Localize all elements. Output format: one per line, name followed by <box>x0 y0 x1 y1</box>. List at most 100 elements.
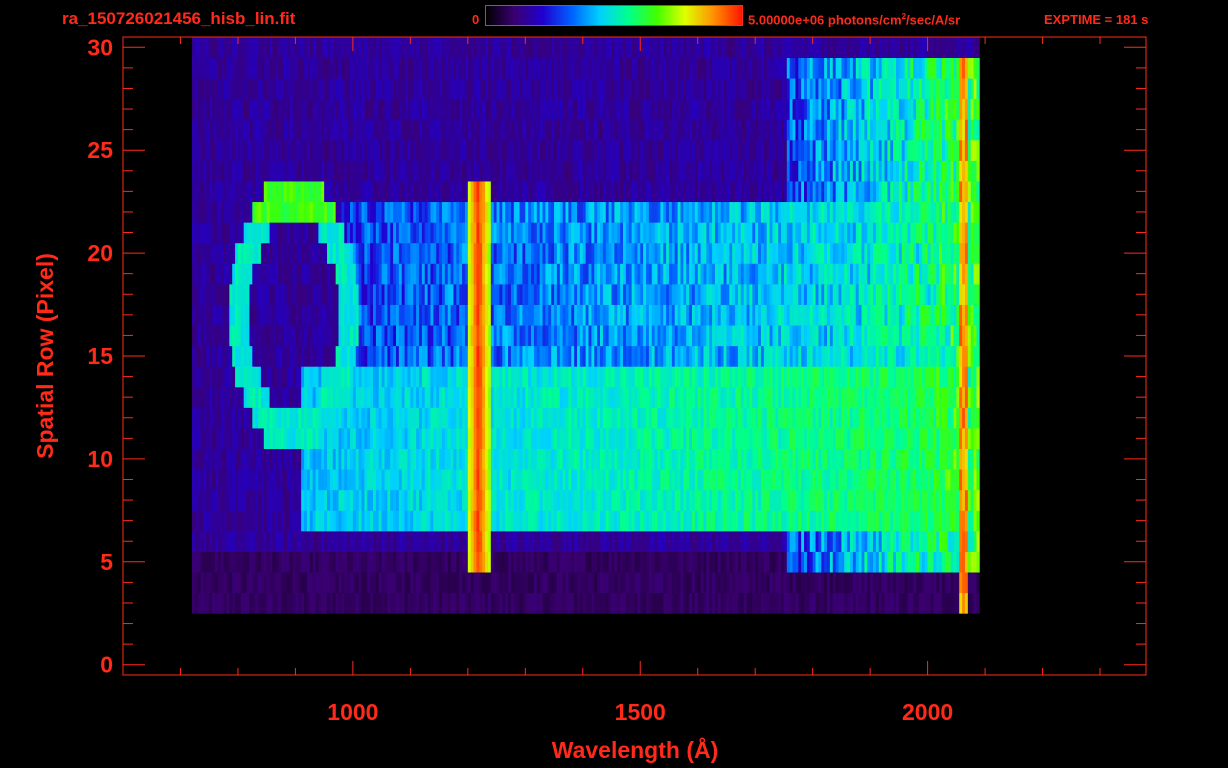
heatmap-cell <box>758 469 762 491</box>
heatmap-cell <box>818 551 822 573</box>
heatmap-cell <box>729 448 733 470</box>
heatmap-cell <box>358 304 362 326</box>
heatmap-cell <box>378 345 383 367</box>
heatmap-cell <box>499 551 503 573</box>
heatmap-cell <box>456 345 460 367</box>
heatmap-cell <box>663 469 667 491</box>
heatmap-cell <box>347 242 351 264</box>
heatmap-cell <box>953 345 957 367</box>
heatmap-cell <box>260 242 265 264</box>
heatmap-cell <box>255 530 259 552</box>
heatmap-cell <box>246 489 250 511</box>
heatmap-cell <box>677 345 681 367</box>
heatmap-cell <box>775 366 779 388</box>
heatmap-cell <box>597 448 601 470</box>
heatmap-cell <box>321 345 325 367</box>
heatmap-cell <box>499 510 503 532</box>
heatmap-cell <box>237 572 242 594</box>
heatmap-cell <box>519 345 523 367</box>
heatmap-cell <box>674 345 678 367</box>
heatmap-cell <box>487 283 492 305</box>
heatmap-cell <box>844 592 848 614</box>
heatmap-cell <box>683 551 687 573</box>
heatmap-cell <box>643 572 647 594</box>
heatmap-cell <box>315 242 319 264</box>
heatmap-cell <box>430 283 434 305</box>
heatmap-cell <box>335 222 339 244</box>
heatmap-cell <box>373 551 377 573</box>
heatmap-cell <box>941 530 946 552</box>
heatmap-cell <box>384 263 388 285</box>
heatmap-cell <box>191 345 196 367</box>
heatmap-cell <box>364 428 368 450</box>
heatmap-cell <box>243 222 247 244</box>
heatmap-cell <box>191 448 196 470</box>
heatmap-cell <box>737 242 742 264</box>
heatmap-cell <box>600 448 604 470</box>
heatmap-cell <box>278 325 282 347</box>
heatmap-cell <box>252 263 256 285</box>
heatmap-cell <box>677 572 681 594</box>
heatmap-cell <box>275 592 279 614</box>
heatmap-cell <box>281 304 285 326</box>
heatmap-cell <box>588 551 592 573</box>
heatmap-cell <box>441 283 446 305</box>
heatmap-cell <box>697 428 701 450</box>
heatmap-cell <box>818 469 822 491</box>
heatmap-cell <box>513 428 518 450</box>
heatmap-cell <box>717 510 722 532</box>
heatmap-cell <box>318 428 322 450</box>
heatmap-cell <box>657 263 661 285</box>
heatmap-cell <box>910 489 914 511</box>
heatmap-cell <box>591 386 595 408</box>
heatmap-cell <box>746 407 750 429</box>
heatmap-cell <box>416 407 420 429</box>
heatmap-cell <box>867 242 871 264</box>
heatmap-cell <box>689 242 693 264</box>
heatmap-cell <box>312 345 316 367</box>
heatmap-cell <box>852 407 857 429</box>
heatmap-cell <box>976 263 980 285</box>
heatmap-cell <box>720 551 724 573</box>
heatmap-cell <box>269 366 273 388</box>
heatmap-cell <box>249 325 253 347</box>
heatmap-cell <box>508 283 512 305</box>
heatmap-cell <box>709 325 713 347</box>
heatmap-cell <box>645 592 650 614</box>
heatmap-cell <box>637 325 641 347</box>
heatmap-cell <box>881 469 885 491</box>
heatmap-cell <box>735 325 739 347</box>
heatmap-cell <box>608 366 612 388</box>
heatmap-cell <box>870 489 874 511</box>
heatmap-cell <box>594 428 598 450</box>
heatmap-cell <box>582 530 587 552</box>
heatmap-cell <box>278 428 282 450</box>
heatmap-cell <box>556 407 561 429</box>
heatmap-cell <box>631 469 635 491</box>
heatmap-cell <box>510 448 515 470</box>
heatmap-cell <box>600 469 604 491</box>
heatmap-cell <box>867 345 871 367</box>
heatmap-cell <box>571 304 575 326</box>
heatmap-cell <box>528 489 532 511</box>
heatmap-cell <box>898 366 903 388</box>
heatmap-cell <box>967 551 972 573</box>
heatmap-cell <box>347 530 351 552</box>
heatmap-cell <box>821 469 825 491</box>
heatmap-cell <box>571 407 575 429</box>
heatmap-cell <box>539 345 543 367</box>
heatmap-cell <box>378 530 383 552</box>
heatmap-cell <box>637 366 641 388</box>
heatmap-cell <box>531 489 535 511</box>
heatmap-cell <box>717 530 722 552</box>
heatmap-cell <box>775 407 779 429</box>
heatmap-cell <box>645 386 650 408</box>
heatmap-cell <box>643 510 647 532</box>
heatmap-cell <box>660 469 664 491</box>
heatmap-cell <box>490 448 495 470</box>
heatmap-cell <box>726 283 730 305</box>
heatmap-cell <box>335 407 339 429</box>
heatmap-cell <box>749 263 753 285</box>
heatmap-cell <box>226 325 230 347</box>
heatmap-cell <box>433 283 437 305</box>
